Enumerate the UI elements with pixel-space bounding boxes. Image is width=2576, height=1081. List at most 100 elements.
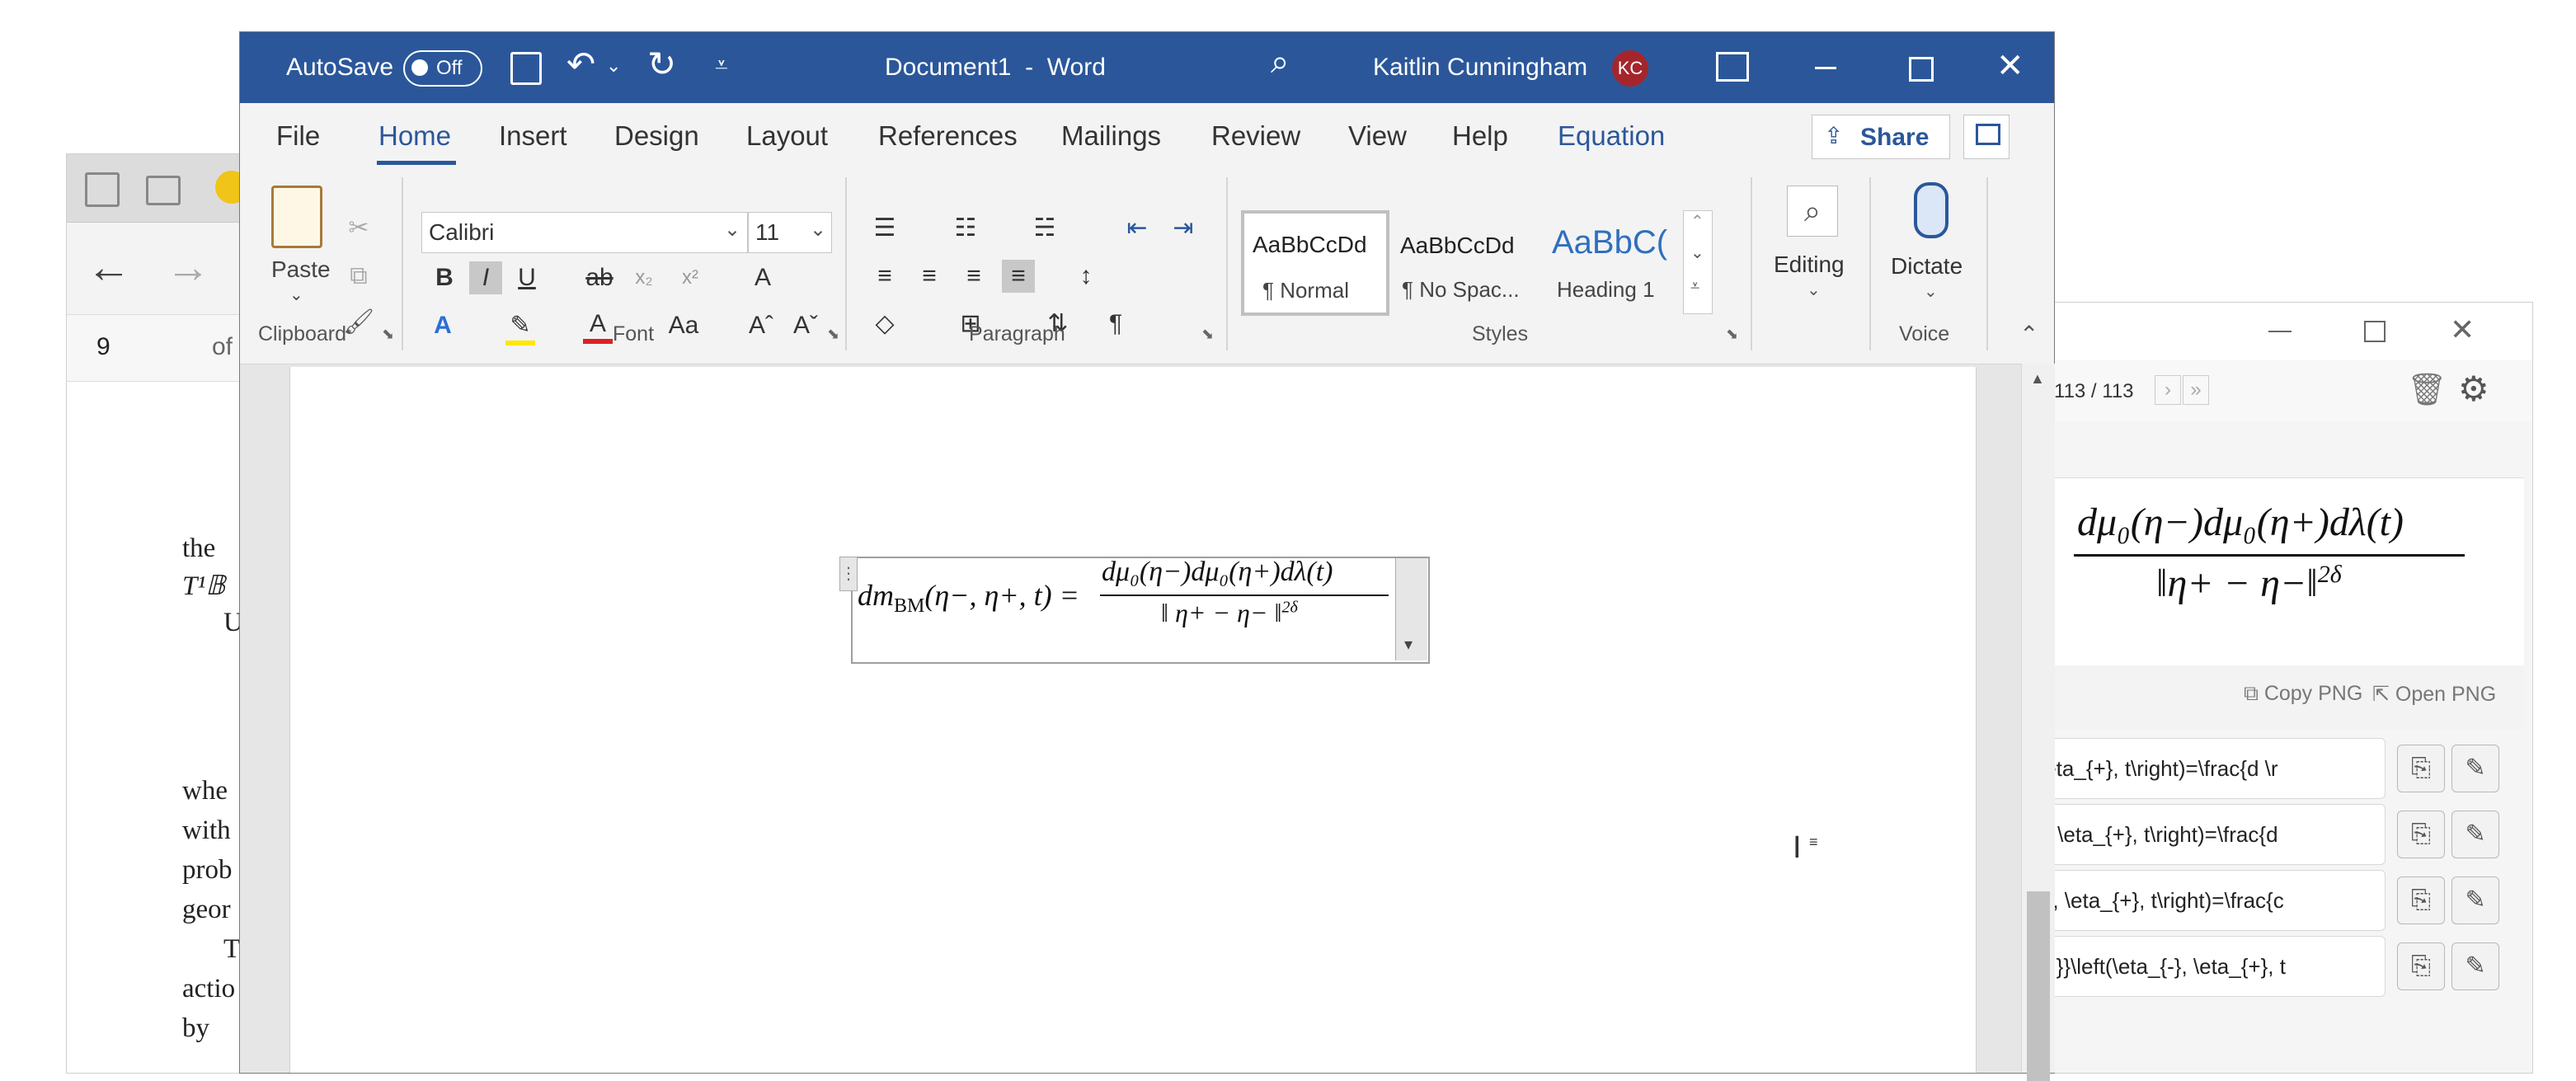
- tab-review[interactable]: Review: [1211, 103, 1300, 169]
- gear-icon[interactable]: ⚙: [2458, 369, 2489, 409]
- document-page[interactable]: ⋮ dmBM(η−, η+, t) = dμ₀(η−)dμ₀(η+)dλ(t) …: [289, 367, 1977, 1073]
- latex-history-row[interactable]: \eta_{+}, t\right)=\frac{d \r: [2038, 738, 2386, 799]
- align-left-icon[interactable]: ≡: [868, 260, 901, 293]
- close-icon[interactable]: ✕: [1996, 47, 2024, 85]
- paste-button[interactable]: Paste ⌄: [261, 177, 332, 304]
- drag-handle-icon[interactable]: ⋮: [839, 557, 858, 591]
- trash-icon[interactable]: 🗑: [2407, 372, 2447, 408]
- tab-home[interactable]: Home: [378, 103, 451, 169]
- italic-button[interactable]: I: [469, 261, 502, 294]
- paste-icon[interactable]: ⎘: [2397, 811, 2445, 858]
- ribbon-display-options-icon[interactable]: [1716, 52, 1749, 82]
- open-png-button[interactable]: ⇱ Open PNG: [2372, 682, 2496, 707]
- align-center-icon[interactable]: ≡: [913, 260, 946, 293]
- dictate-button[interactable]: Dictate ⌄: [1883, 177, 1978, 317]
- tab-equation[interactable]: Equation: [1558, 103, 1665, 169]
- style-normal[interactable]: AaBbCcDd ¶ Normal: [1241, 210, 1389, 316]
- grow-font-button[interactable]: Aˆ: [745, 309, 778, 342]
- edit-icon[interactable]: ✎: [2451, 745, 2499, 792]
- avatar[interactable]: KC: [1612, 50, 1648, 87]
- latex-history-row[interactable]: }, \eta_{+}, t\right)=\frac{d: [2038, 804, 2386, 865]
- dialog-launcher-icon[interactable]: ⬊: [1726, 326, 1738, 343]
- shading-icon[interactable]: ◇: [868, 308, 901, 341]
- font-name-dropdown[interactable]: Calibri ⌄: [421, 212, 748, 253]
- increase-indent-icon[interactable]: ⇥: [1167, 212, 1200, 245]
- latex-history-row[interactable]: M}}\left(\eta_{-}, \eta_{+}, t: [2038, 936, 2386, 997]
- forward-arrow-icon[interactable]: →: [166, 242, 210, 293]
- tab-view[interactable]: View: [1348, 103, 1407, 169]
- scroll-thumb[interactable]: [2027, 891, 2050, 1081]
- font-color-icon[interactable]: A: [581, 308, 614, 341]
- copy-png-button[interactable]: ⧉ Copy PNG: [2244, 682, 2362, 706]
- edit-icon[interactable]: ✎: [2451, 811, 2499, 858]
- underline-button[interactable]: U: [510, 261, 543, 294]
- decrease-indent-icon[interactable]: ⇤: [1121, 212, 1154, 245]
- shrink-font-button[interactable]: Aˇ: [789, 309, 822, 342]
- last-result-button[interactable]: »: [2183, 375, 2209, 405]
- maximize-icon[interactable]: [1909, 57, 1934, 82]
- tab-file[interactable]: File: [276, 103, 320, 169]
- style-no-spacing[interactable]: AaBbCcDd ¶ No Spac...: [1393, 210, 1536, 311]
- clear-formatting-icon[interactable]: A: [746, 261, 779, 294]
- comments-button[interactable]: [1963, 115, 2010, 159]
- save-icon[interactable]: [510, 52, 542, 85]
- back-tab-icon[interactable]: [146, 176, 181, 205]
- strikethrough-button[interactable]: ab: [583, 261, 616, 294]
- tab-layout[interactable]: Layout: [746, 103, 828, 169]
- format-painter-icon[interactable]: 🖌: [342, 306, 375, 339]
- close-icon[interactable]: ✕: [2450, 313, 2475, 347]
- tab-insert[interactable]: Insert: [499, 103, 567, 169]
- subscript-button[interactable]: x₂: [628, 261, 660, 294]
- numbering-icon[interactable]: ☷: [949, 212, 982, 245]
- edit-icon[interactable]: ✎: [2451, 942, 2499, 990]
- align-right-icon[interactable]: ≡: [957, 260, 990, 293]
- collapse-ribbon-icon[interactable]: ⌃: [2019, 321, 2038, 348]
- minimize-icon[interactable]: [2268, 331, 2292, 332]
- show-formatting-icon[interactable]: ¶: [1099, 308, 1132, 341]
- tab-references[interactable]: References: [878, 103, 1018, 169]
- bold-button[interactable]: B: [428, 261, 461, 294]
- highlight-icon[interactable]: ✎: [504, 309, 537, 342]
- tabs-icon[interactable]: [85, 172, 120, 207]
- justify-icon[interactable]: ≡: [1002, 260, 1035, 293]
- scroll-up-arrow[interactable]: ▲: [2030, 370, 2045, 388]
- share-button[interactable]: ⇪ Share: [1812, 115, 1950, 159]
- paste-icon[interactable]: ⎘: [2397, 745, 2445, 792]
- chevron-down-icon[interactable]: ⌄: [606, 55, 621, 77]
- edit-icon[interactable]: ✎: [2451, 877, 2499, 924]
- redo-icon[interactable]: ↻: [647, 44, 676, 84]
- equation-options-button[interactable]: ▾: [1395, 558, 1427, 660]
- bullets-icon[interactable]: ☰: [868, 212, 901, 245]
- minimize-icon[interactable]: [1815, 67, 1836, 69]
- tab-design[interactable]: Design: [614, 103, 699, 169]
- autosave-toggle[interactable]: Off: [403, 50, 482, 87]
- editing-button[interactable]: ⌕ Editing ⌄: [1769, 177, 1859, 317]
- vertical-scrollbar[interactable]: ▲: [2021, 364, 2055, 1081]
- cut-icon[interactable]: ✂: [342, 212, 375, 245]
- undo-icon[interactable]: ↶: [566, 44, 595, 84]
- dialog-launcher-icon[interactable]: ⬊: [1201, 326, 1214, 343]
- styles-scroll[interactable]: ⌃ ⌄ ⩡: [1683, 210, 1713, 314]
- customize-qat-icon[interactable]: ⩡: [715, 52, 728, 79]
- paste-icon[interactable]: ⎘: [2397, 877, 2445, 924]
- multilevel-list-icon[interactable]: ☵: [1028, 212, 1061, 245]
- tab-help[interactable]: Help: [1452, 103, 1508, 169]
- maximize-icon[interactable]: [2364, 321, 2386, 342]
- tab-mailings[interactable]: Mailings: [1061, 103, 1161, 169]
- font-size-dropdown[interactable]: 11 ⌄: [748, 212, 832, 253]
- next-result-button[interactable]: ›: [2155, 375, 2181, 405]
- style-heading-1[interactable]: AaBbC( Heading 1: [1544, 210, 1681, 311]
- superscript-button[interactable]: x²: [674, 261, 707, 294]
- latex-history-row[interactable]: -}, \eta_{+}, t\right)=\frac{c: [2038, 870, 2386, 931]
- dialog-launcher-icon[interactable]: ⬊: [382, 326, 394, 343]
- dialog-launcher-icon[interactable]: ⬊: [827, 326, 839, 343]
- search-icon[interactable]: ⌕: [1271, 44, 1289, 81]
- back-arrow-icon[interactable]: ←: [87, 242, 131, 293]
- line-spacing-icon[interactable]: ↕: [1069, 260, 1102, 293]
- copy-icon[interactable]: ⧉: [342, 260, 375, 293]
- paste-icon[interactable]: ⎘: [2397, 942, 2445, 990]
- equation-object[interactable]: ⋮ dmBM(η−, η+, t) = dμ₀(η−)dμ₀(η+)dλ(t) …: [839, 557, 1430, 664]
- change-case-button[interactable]: Aa: [659, 309, 708, 342]
- page-number-field[interactable]: 9: [96, 333, 110, 361]
- text-effects-icon[interactable]: A: [426, 309, 459, 342]
